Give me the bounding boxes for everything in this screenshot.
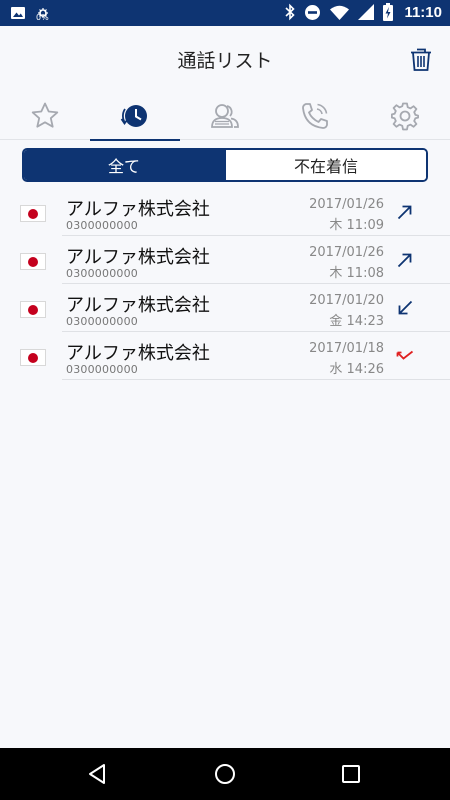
list-item[interactable]: アルファ株式会社 0300000000 2017/01/26 木 11:08 <box>0 236 450 284</box>
call-time: 木 11:09 <box>329 218 384 233</box>
call-date: 2017/01/26 <box>309 197 384 212</box>
japan-flag-icon <box>20 349 46 366</box>
do-not-disturb-icon <box>305 4 321 20</box>
outgoing-call-icon <box>397 205 412 220</box>
caller-name: アルファ株式会社 <box>66 199 210 220</box>
caller-number: 0300000000 <box>66 315 138 328</box>
call-date: 2017/01/26 <box>309 245 384 260</box>
outgoing-call-icon <box>397 253 412 268</box>
list-item[interactable]: アルファ株式会社 0300000000 2017/01/26 木 11:09 <box>0 188 450 236</box>
tab-favorites[interactable] <box>0 92 90 140</box>
gear-icon <box>391 102 419 131</box>
tab-settings[interactable] <box>360 92 450 140</box>
caller-name: アルファ株式会社 <box>66 343 210 364</box>
call-time: 水 14:26 <box>329 362 384 377</box>
caller-name: アルファ株式会社 <box>66 247 210 268</box>
battery-saver-percent: 0% <box>36 13 49 22</box>
caller-number: 0300000000 <box>66 267 138 280</box>
battery-saver-icon: 0% <box>36 3 52 23</box>
filter-missed-button[interactable]: 不在着信 <box>224 150 426 180</box>
back-icon[interactable] <box>86 762 110 786</box>
caller-number: 0300000000 <box>66 219 138 232</box>
app-bar: 通話リスト <box>0 26 450 92</box>
signal-icon <box>358 4 375 20</box>
history-clock-icon <box>120 105 147 127</box>
call-time: 木 11:08 <box>329 266 384 281</box>
tab-contacts[interactable] <box>180 92 270 140</box>
japan-flag-icon <box>20 301 46 318</box>
japan-flag-icon <box>20 253 46 270</box>
missed-call-icon <box>396 350 414 360</box>
list-item[interactable]: アルファ株式会社 0300000000 2017/01/20 金 14:23 <box>0 284 450 332</box>
contacts-icon <box>211 104 239 128</box>
call-list: アルファ株式会社 0300000000 2017/01/26 木 11:09 ア… <box>0 188 450 380</box>
tab-phone[interactable] <box>270 92 360 140</box>
caller-name: アルファ株式会社 <box>66 295 210 316</box>
trash-icon[interactable] <box>408 46 434 72</box>
home-icon[interactable] <box>213 762 237 786</box>
tab-bar <box>0 92 450 141</box>
incoming-call-icon <box>398 300 413 315</box>
recents-icon[interactable] <box>339 762 363 786</box>
wifi-icon <box>330 5 350 20</box>
call-filter-toggle: 全て 不在着信 <box>22 148 428 182</box>
call-time: 金 14:23 <box>329 314 384 329</box>
call-date: 2017/01/20 <box>309 293 384 308</box>
call-date: 2017/01/18 <box>309 341 384 356</box>
tab-call-history[interactable] <box>90 92 180 141</box>
status-bar: 0% 11:10 <box>0 0 450 26</box>
photo-icon <box>11 7 25 19</box>
phone-ringing-icon <box>302 103 328 129</box>
battery-icon <box>383 3 394 21</box>
japan-flag-icon <box>20 205 46 222</box>
caller-number: 0300000000 <box>66 363 138 376</box>
star-icon <box>31 102 59 128</box>
status-time: 11:10 <box>404 3 442 21</box>
list-item[interactable]: アルファ株式会社 0300000000 2017/01/18 水 14:26 <box>0 332 450 380</box>
bluetooth-icon <box>285 3 296 21</box>
filter-all-button[interactable]: 全て <box>24 150 224 180</box>
page-title: 通話リスト <box>177 50 273 72</box>
navigation-bar <box>0 748 450 800</box>
